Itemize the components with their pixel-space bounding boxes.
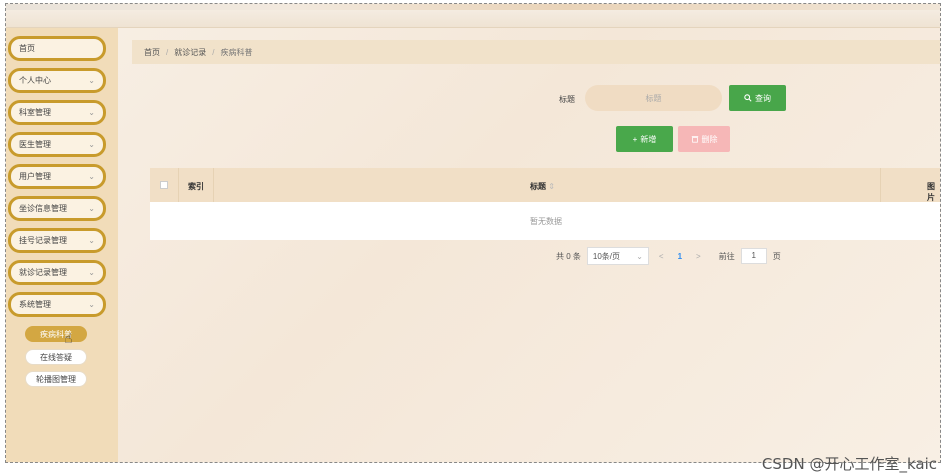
page-suffix: 页	[772, 251, 781, 261]
sidebar-item-personal-center[interactable]: 个人中心 ⌄	[8, 68, 106, 93]
sort-icon: ⇕	[548, 182, 555, 191]
page-size-value: 10条/页	[592, 251, 621, 261]
chevron-down-icon: ⌄	[88, 300, 95, 309]
chevron-down-icon: ⌄	[88, 268, 95, 277]
column-header-image: 图片	[927, 182, 935, 202]
page-size-select[interactable]: 10条/页 ⌄	[586, 247, 649, 265]
chevron-down-icon: ⌄	[88, 204, 95, 213]
goto-label: 前往	[718, 251, 735, 261]
column-title-text: 标题	[530, 182, 546, 191]
breadcrumb: 首页 / 就诊记录 / 疾病科普	[132, 40, 940, 64]
chevron-down-icon: ⌄	[88, 140, 95, 149]
column-divider	[213, 168, 214, 202]
add-button[interactable]: + 新增	[616, 126, 673, 152]
chevron-down-icon: ⌄	[88, 76, 95, 85]
table-header: 索引 标题 ⇕ 图片	[150, 168, 940, 202]
hand-cursor-icon: ☝	[64, 330, 73, 346]
sidebar-item-registration[interactable]: 挂号记录管理 ⌄	[8, 228, 106, 253]
sidebar-item-label: 医生管理	[19, 140, 51, 149]
sidebar-item-visit-record[interactable]: 就诊记录管理 ⌄	[8, 260, 106, 285]
search-label: 标题	[559, 95, 575, 104]
sidebar-item-label: 就诊记录管理	[19, 268, 67, 277]
delete-button[interactable]: 删除	[678, 126, 730, 152]
empty-text: 暂无数据	[530, 216, 562, 226]
column-header-title[interactable]: 标题 ⇕	[530, 181, 555, 192]
chevron-down-icon: ⌄	[636, 251, 643, 261]
sidebar-item-label: 科室管理	[19, 108, 51, 117]
chevron-down-icon: ⌄	[88, 172, 95, 181]
search-input[interactable]: 标题	[585, 85, 722, 111]
sidebar-item-label: 系统管理	[19, 300, 51, 309]
sidebar-item-user[interactable]: 用户管理 ⌄	[8, 164, 106, 189]
next-page-button[interactable]: >	[692, 252, 705, 261]
sidebar-item-label: 用户管理	[19, 172, 51, 181]
subitem-label: 轮播图管理	[36, 374, 76, 384]
pagination: 共 0 条 10条/页 ⌄ < 1 > 前往 1 页	[556, 246, 781, 266]
column-divider	[178, 168, 179, 202]
watermark: CSDN @开心工作室_kaic	[761, 455, 937, 473]
trash-icon	[691, 136, 698, 143]
pagination-total: 共 0 条	[556, 251, 581, 261]
sidebar-item-system[interactable]: 系统管理 ⌄	[8, 292, 106, 317]
subitem-label: 在线答疑	[40, 352, 72, 362]
sidebar-item-department[interactable]: 科室管理 ⌄	[8, 100, 106, 125]
select-all-checkbox[interactable]	[160, 181, 168, 189]
search-placeholder: 标题	[645, 93, 662, 103]
sidebar-item-label: 挂号记录管理	[19, 236, 67, 245]
search-icon	[744, 94, 752, 102]
sidebar-subitem-carousel[interactable]: 轮播图管理	[25, 371, 87, 387]
prev-page-button[interactable]: <	[655, 252, 668, 261]
sidebar-item-label: 首页	[19, 44, 35, 53]
query-button[interactable]: 查询	[729, 85, 786, 111]
plus-icon: +	[632, 134, 638, 144]
goto-page-input[interactable]: 1	[740, 248, 767, 264]
sidebar-item-consultation[interactable]: 坐诊信息管理 ⌄	[8, 196, 106, 221]
sidebar-item-home[interactable]: 首页	[8, 36, 106, 61]
sidebar: 首页 个人中心 ⌄ 科室管理 ⌄ 医生管理 ⌄ 用户管理 ⌄ 坐诊信息管理 ⌄ …	[6, 28, 118, 462]
sidebar-item-label: 个人中心	[19, 76, 51, 85]
top-bar	[6, 4, 940, 28]
sidebar-subitem-online-qa[interactable]: 在线答疑	[25, 349, 87, 365]
sidebar-item-label: 坐诊信息管理	[19, 204, 67, 213]
sidebar-subitem-disease-science[interactable]: 疾病科普	[25, 326, 87, 342]
sidebar-item-doctor[interactable]: 医生管理 ⌄	[8, 132, 106, 157]
query-button-label: 查询	[755, 93, 771, 103]
main-content: 首页 / 就诊记录 / 疾病科普 标题 标题 查询 + 新增 删除 索引 标题 …	[118, 28, 940, 462]
breadcrumb-separator: /	[212, 47, 215, 57]
data-table: 索引 标题 ⇕ 图片 暂无数据	[150, 168, 940, 240]
table-body: 暂无数据	[150, 202, 940, 240]
chevron-down-icon: ⌄	[88, 108, 95, 117]
breadcrumb-home[interactable]: 首页	[144, 47, 160, 58]
add-button-label: 新增	[640, 134, 657, 144]
breadcrumb-level1[interactable]: 就诊记录	[174, 47, 206, 58]
page-number[interactable]: 1	[674, 252, 686, 261]
app-frame: 首页 个人中心 ⌄ 科室管理 ⌄ 医生管理 ⌄ 用户管理 ⌄ 坐诊信息管理 ⌄ …	[5, 3, 941, 463]
delete-button-label: 删除	[701, 134, 718, 144]
column-divider	[880, 168, 881, 202]
top-strip	[6, 4, 940, 10]
column-header-index: 索引	[188, 182, 204, 191]
breadcrumb-current: 疾病科普	[220, 47, 253, 57]
chevron-down-icon: ⌄	[88, 236, 95, 245]
breadcrumb-separator: /	[166, 47, 169, 57]
